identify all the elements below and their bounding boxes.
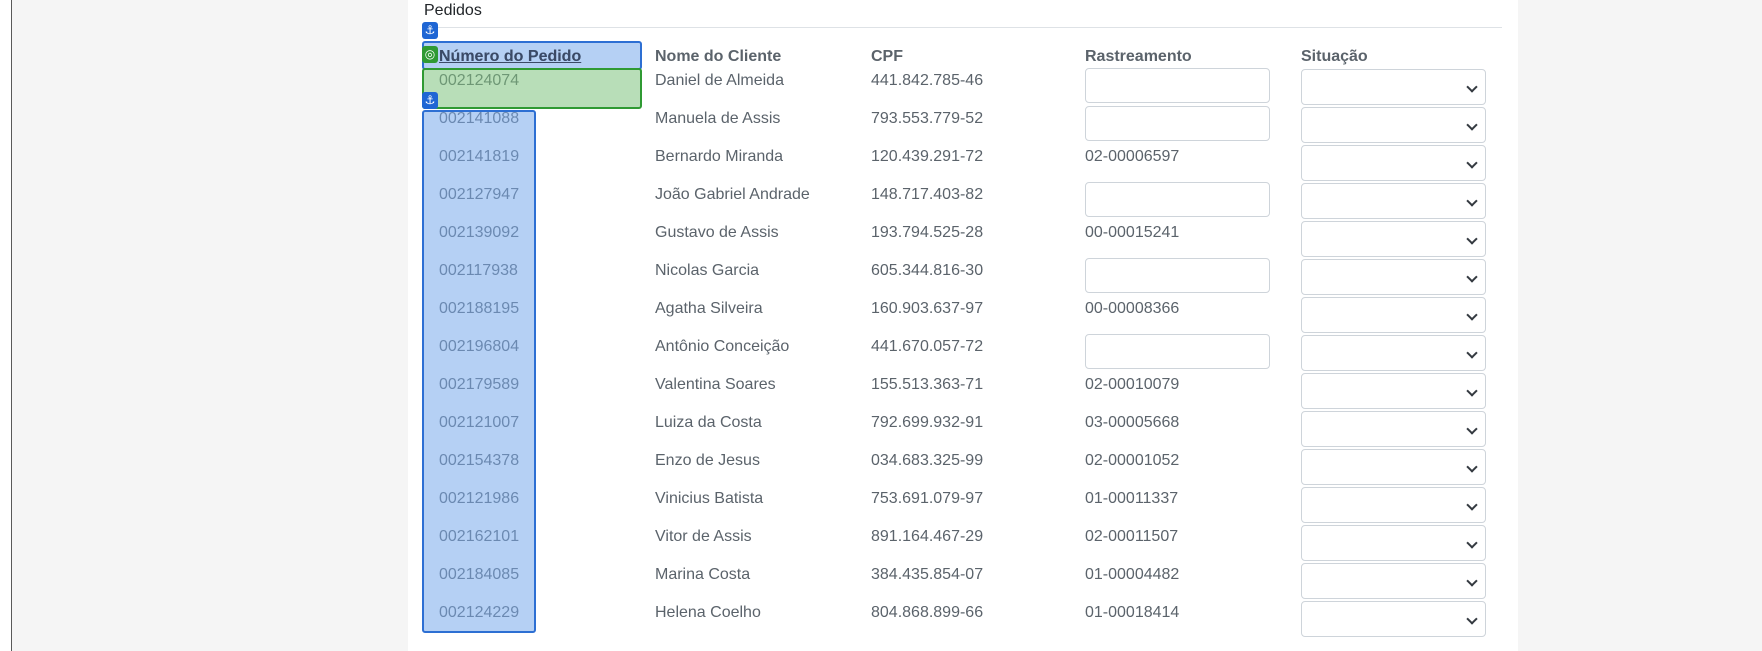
client-name-cell: Daniel de Almeida	[655, 72, 784, 89]
tracking-code-cell: 01-00011337	[1085, 490, 1179, 507]
chevron-down-icon	[1466, 385, 1478, 397]
client-name-cell: Manuela de Assis	[655, 110, 781, 127]
cpf-cell: 120.439.291-72	[871, 148, 984, 165]
status-select[interactable]	[1301, 563, 1486, 599]
tracking-input[interactable]	[1085, 182, 1270, 217]
chevron-down-icon	[1466, 537, 1478, 549]
status-select[interactable]	[1301, 297, 1486, 333]
client-name-cell: Marina Costa	[655, 566, 751, 583]
chevron-down-icon	[1466, 575, 1478, 587]
client-name-cell: Gustavo de Assis	[655, 224, 779, 241]
tracking-input[interactable]	[1085, 68, 1270, 103]
status-select[interactable]	[1301, 69, 1486, 105]
tracking-code-cell: 02-00010079	[1085, 376, 1180, 393]
status-select[interactable]	[1301, 411, 1486, 447]
tracking-code-cell: 01-00018414	[1085, 604, 1180, 621]
chevron-down-icon	[1466, 309, 1478, 321]
target-icon: ◎	[422, 46, 438, 63]
cpf-cell: 891.164.467-29	[871, 528, 984, 545]
cpf-cell: 441.670.057-72	[871, 338, 984, 355]
client-name-cell: Antônio Conceição	[655, 338, 790, 355]
client-name-cell: Enzo de Jesus	[655, 452, 760, 469]
tracking-input[interactable]	[1085, 258, 1270, 293]
tracking-code-cell: 00-00008366	[1085, 300, 1180, 317]
cpf-cell: 793.553.779-52	[871, 110, 984, 127]
status-select[interactable]	[1301, 449, 1486, 485]
tracking-input[interactable]	[1085, 334, 1270, 369]
chevron-down-icon	[1466, 499, 1478, 511]
header-client-name: Nome do Cliente	[655, 48, 782, 65]
status-select[interactable]	[1301, 487, 1486, 523]
chevron-down-icon	[1466, 119, 1478, 131]
anchor-icon: ⚓	[422, 22, 438, 39]
header-cpf: CPF	[871, 48, 903, 65]
cpf-cell: 384.435.854-07	[871, 566, 984, 583]
chevron-down-icon	[1466, 81, 1478, 93]
cpf-cell: 160.903.637-97	[871, 300, 984, 317]
status-select[interactable]	[1301, 525, 1486, 561]
cpf-cell: 034.683.325-99	[871, 452, 984, 469]
cpf-cell: 193.794.525-28	[871, 224, 984, 241]
status-select[interactable]	[1301, 601, 1486, 637]
client-name-cell: Vitor de Assis	[655, 528, 752, 545]
chevron-down-icon	[1466, 157, 1478, 169]
tracking-code-cell: 02-00001052	[1085, 452, 1180, 469]
tracking-input[interactable]	[1085, 106, 1270, 141]
chevron-down-icon	[1466, 195, 1478, 207]
chevron-down-icon	[1466, 347, 1478, 359]
client-name-cell: Vinicius Batista	[655, 490, 764, 507]
highlight-first-row-overlay	[422, 68, 642, 109]
cpf-cell: 155.513.363-71	[871, 376, 984, 393]
chevron-down-icon	[1466, 423, 1478, 435]
status-select[interactable]	[1301, 259, 1486, 295]
client-name-cell: Valentina Soares	[655, 376, 776, 393]
status-select[interactable]	[1301, 221, 1486, 257]
client-name-cell: Helena Coelho	[655, 604, 761, 621]
status-select[interactable]	[1301, 183, 1486, 219]
cpf-cell: 753.691.079-97	[871, 490, 984, 507]
client-name-cell: João Gabriel Andrade	[655, 186, 810, 203]
status-select[interactable]	[1301, 107, 1486, 143]
header-tracking: Rastreamento	[1085, 48, 1192, 65]
header-order-number-highlighted: Número do Pedido	[439, 48, 582, 65]
cpf-cell: 792.699.932-91	[871, 414, 984, 431]
client-name-cell: Bernardo Miranda	[655, 148, 784, 165]
client-name-cell: Luiza da Costa	[655, 414, 762, 431]
cpf-cell: 148.717.403-82	[871, 186, 984, 203]
status-select[interactable]	[1301, 145, 1486, 181]
tracking-code-cell: 03-00005668	[1085, 414, 1180, 431]
left-gutter	[0, 0, 12, 651]
cpf-cell: 804.868.899-66	[871, 604, 984, 621]
header-status: Situação	[1301, 48, 1368, 65]
chevron-down-icon	[1466, 461, 1478, 473]
section-title: Pedidos	[424, 2, 482, 19]
tracking-code-cell: 02-00006597	[1085, 148, 1180, 165]
anchor-icon-2: ⚓	[422, 92, 438, 109]
chevron-down-icon	[1466, 233, 1478, 245]
tracking-code-cell: 01-00004482	[1085, 566, 1180, 583]
client-name-cell: Nicolas Garcia	[655, 262, 760, 279]
cpf-cell: 605.344.816-30	[871, 262, 984, 279]
chevron-down-icon	[1466, 271, 1478, 283]
highlight-order-column-overlay	[422, 110, 536, 633]
chevron-down-icon	[1466, 613, 1478, 625]
status-select[interactable]	[1301, 373, 1486, 409]
status-select[interactable]	[1301, 335, 1486, 371]
tracking-code-cell: 00-00015241	[1085, 224, 1180, 241]
cpf-cell: 441.842.785-46	[871, 72, 984, 89]
tracking-code-cell: 02-00011507	[1085, 528, 1179, 545]
client-name-cell: Agatha Silveira	[655, 300, 763, 317]
section-divider	[424, 27, 1502, 28]
